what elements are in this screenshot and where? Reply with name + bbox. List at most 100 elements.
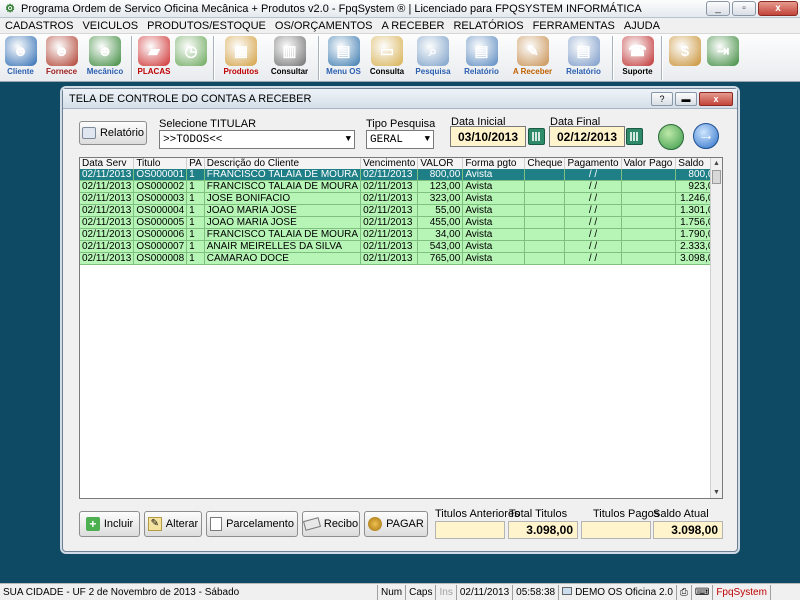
table-cell: 02/11/2013 <box>360 192 419 205</box>
column-header[interactable]: VALOR <box>417 158 464 169</box>
table-row[interactable]: 02/11/2013 OS000008 1 CAMARÃO DOCE 02/11/201… <box>80 252 722 265</box>
menu-a-receber[interactable]: A RECEBER <box>377 20 449 32</box>
column-header[interactable]: Titulo <box>133 158 188 169</box>
table-cell: / / <box>564 204 622 217</box>
parcelamento-button[interactable]: Parcelamento <box>206 511 298 537</box>
minimize-button[interactable]: _ <box>706 1 730 16</box>
menu-cadastros[interactable]: CADASTROS <box>0 20 77 32</box>
incluir-button[interactable]: + Incluir <box>79 511 140 537</box>
refresh-icon[interactable] <box>658 124 684 150</box>
toolbar-separator <box>131 36 133 80</box>
menu-ferramentas[interactable]: FERRAMENTAS <box>528 20 619 32</box>
status-ins: Ins <box>436 584 457 600</box>
table-cell: Avista <box>462 240 526 253</box>
scroll-thumb[interactable] <box>712 170 721 184</box>
receipt-icon <box>302 517 321 531</box>
report-button[interactable]: Relatório <box>79 121 147 145</box>
toolbar-button-coin[interactable]: $ <box>666 34 704 80</box>
menu-produtos-estoque[interactable]: PRODUTOS/ESTOQUE <box>142 20 270 32</box>
tipo-pesquisa-select[interactable]: GERAL ▼ <box>366 130 434 149</box>
toolbar-button-relat-rio[interactable]: ▤ Relatório <box>456 34 507 80</box>
toolbar-button-menu-os[interactable]: ▤ Menu OS <box>323 34 364 80</box>
toolbar-label: Suporte <box>622 67 653 76</box>
table-cell: 02/11/2013 <box>360 169 419 181</box>
menu-relatorios[interactable]: RELATÓRIOS <box>448 20 527 32</box>
column-header[interactable]: Forma pgto <box>462 158 526 169</box>
table-row[interactable]: 02/11/2013 OS000002 1 FRANCISCO TALAIA DE M… <box>80 180 722 193</box>
toolbar-button-mec-nico[interactable]: ☻ Mecânico <box>82 34 128 80</box>
table-cell <box>621 252 677 265</box>
toolbar-button-a-receber[interactable]: ✎ A Receber <box>507 34 558 80</box>
column-header[interactable]: PA <box>186 158 205 169</box>
status-demo: DEMO OS Oficina 2.0 <box>559 584 677 600</box>
toolbar-separator <box>318 36 320 80</box>
table-row[interactable]: 02/11/2013 OS000007 1 ANAIR MEIRELLES DA SI… <box>80 240 722 253</box>
titular-select[interactable]: >>TODOS<< ▼ <box>159 130 355 149</box>
recibo-label: Recibo <box>323 518 359 530</box>
data-inicial-calendar-icon[interactable] <box>528 128 545 145</box>
table-cell: CAMARÃO DOCE <box>204 252 362 265</box>
dialog-titlebar: TELA DE CONTROLE DO CONTAS A RECEBER ? ▬… <box>63 89 737 109</box>
pagar-button[interactable]: PAGAR <box>364 511 428 537</box>
titulos-pagos-value <box>581 521 651 539</box>
exit-icon: ⇥ <box>707 36 739 66</box>
table-row[interactable]: 02/11/2013 OS000005 1 JOAO MARIA JOSE 02/11/… <box>80 216 722 229</box>
toolbar-button-fornece[interactable]: ☻ Fornece <box>41 34 82 80</box>
table-cell: OS000007 <box>133 240 188 253</box>
table-row[interactable]: 02/11/2013 OS000001 1 FRANCISCO TALAIA DE M… <box>80 169 722 181</box>
table-cell: 1 <box>186 180 205 193</box>
recibo-button[interactable]: Recibo <box>302 511 360 537</box>
toolbar-button-exit[interactable]: ⇥ <box>704 34 742 80</box>
toolbar-button-relat-rio[interactable]: ▤ Relatório <box>558 34 609 80</box>
toolbar-button-suporte[interactable]: ☎ Suporte <box>617 34 658 80</box>
column-header[interactable]: Valor Pago <box>621 158 677 169</box>
table-row[interactable]: 02/11/2013 OS000004 1 JOAO MARIA JOSE 02/11/… <box>80 204 722 217</box>
dialog-help-button[interactable]: ? <box>651 92 673 106</box>
column-header[interactable]: Pagamento <box>564 158 622 169</box>
toolbar-button-consultar[interactable]: ▥ Consultar <box>264 34 315 80</box>
toolbar-button-cliente[interactable]: ☻ Cliente <box>0 34 41 80</box>
table-cell <box>524 252 566 265</box>
toolbar-button-placas[interactable]: ▰ PLACAS <box>136 34 172 80</box>
dialog-close-button[interactable]: x <box>699 92 733 106</box>
toolbar-button-produtos[interactable]: ▦ Produtos <box>218 34 264 80</box>
window-titlebar: ⚙ Programa Ordem de Servico Oficina Mecâ… <box>0 0 800 18</box>
window-title: Programa Ordem de Servico Oficina Mecâni… <box>21 2 642 15</box>
data-final-field[interactable]: 02/12/2013 <box>549 126 625 147</box>
column-header[interactable]: Vencimento <box>360 158 419 169</box>
status-location: SUA CIDADE - UF 2 de Novembro de 2013 - … <box>0 584 378 600</box>
total-titulos-label: Total Titulos <box>509 508 568 520</box>
table-row[interactable]: 02/11/2013 OS000003 1 JOSE BONIFACIO 02/11/2… <box>80 192 722 205</box>
go-arrow-icon[interactable]: → <box>693 123 719 149</box>
menu-os-orcamentos[interactable]: OS/ORÇAMENTOS <box>270 20 377 32</box>
close-button[interactable]: x <box>758 1 798 16</box>
column-header[interactable]: Data Serv <box>80 158 135 169</box>
toolbar-label: Consultar <box>270 67 309 76</box>
maximize-button[interactable]: ▫ <box>732 1 756 16</box>
toolbar-separator <box>213 36 215 80</box>
alterar-button[interactable]: ✎ Alterar <box>144 511 202 537</box>
column-header[interactable]: Descrição do Cliente <box>204 158 362 169</box>
folder-icon: ▭ <box>371 36 403 66</box>
status-caps: Caps <box>406 584 437 600</box>
data-final-calendar-icon[interactable] <box>626 128 643 145</box>
toolbar-button-consulta[interactable]: ▭ Consulta <box>364 34 410 80</box>
scroll-down-icon[interactable]: ▼ <box>711 487 722 498</box>
table-cell <box>621 216 677 229</box>
toolbar-button-pesquisa[interactable]: ⌕ Pesquisa <box>410 34 456 80</box>
scroll-up-icon[interactable]: ▲ <box>711 158 722 169</box>
table-cell: FRANCISCO TALAIA DE MOURA <box>204 180 362 193</box>
menu-ajuda[interactable]: AJUDA <box>619 20 664 32</box>
data-inicial-field[interactable]: 03/10/2013 <box>450 126 526 147</box>
table-row[interactable]: 02/11/2013 OS000006 1 FRANCISCO TALAIA DE M… <box>80 228 722 241</box>
dialog-minimize-button[interactable]: ▬ <box>675 92 697 106</box>
tipo-pesquisa-label: Tipo Pesquisa <box>366 118 436 130</box>
column-header[interactable]: Cheque <box>524 158 566 169</box>
table-cell: 02/11/2013 <box>360 180 419 193</box>
toolbar-button-clock[interactable]: ◷ <box>172 34 210 80</box>
menu-veiculos[interactable]: VEICULOS <box>77 20 142 32</box>
grid-scrollbar[interactable]: ▲ ▼ <box>710 158 722 498</box>
table-cell: Avista <box>462 192 526 205</box>
table-cell: OS000004 <box>133 204 188 217</box>
document-icon <box>210 517 223 531</box>
